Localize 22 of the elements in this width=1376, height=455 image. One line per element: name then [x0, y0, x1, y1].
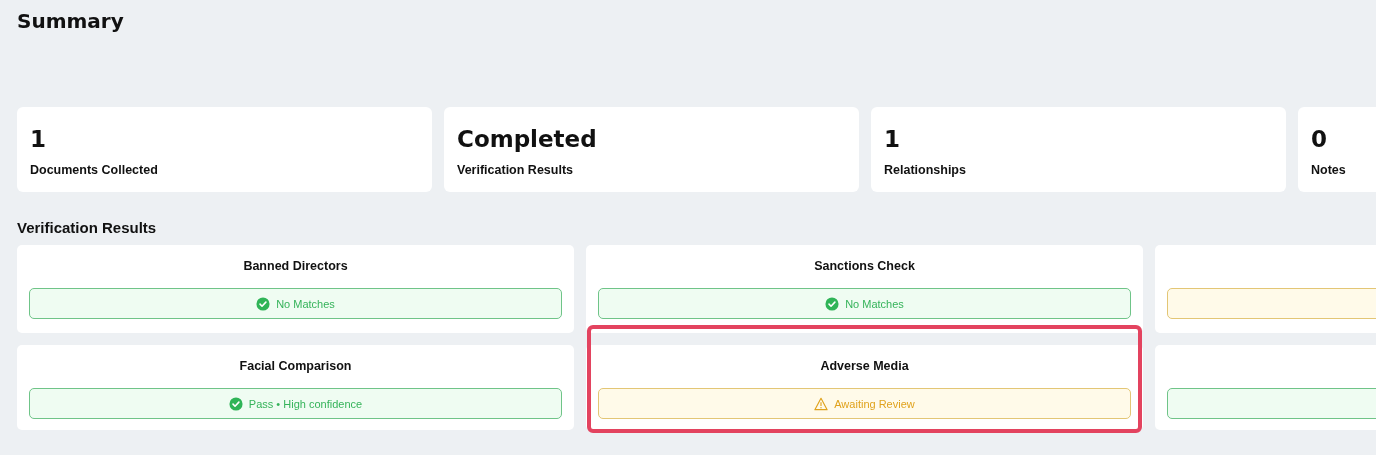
stat-value: Completed [457, 125, 598, 153]
check-circle-icon [228, 396, 243, 411]
page-title: Summary [17, 8, 125, 35]
check-title: Banned Directors [242, 258, 349, 274]
status-text: Awaiting Review [834, 397, 915, 410]
stat-label: Notes [1311, 163, 1347, 177]
stat-label: Relationships [884, 163, 967, 177]
stat-value: 1 [884, 125, 901, 153]
stat-value: 1 [30, 125, 47, 153]
warning-icon [814, 396, 829, 411]
check-title: Adverse Media [819, 358, 910, 374]
stat-value: 0 [1311, 125, 1328, 153]
status-text: No Matches [845, 297, 904, 310]
status-text: No Matches [276, 297, 335, 310]
stat-label: Documents Collected [30, 163, 159, 177]
stat-label: Verification Results [457, 163, 574, 177]
check-circle-icon [256, 296, 271, 311]
check-title: Sanctions Check [813, 258, 916, 274]
check-circle-icon [825, 296, 840, 311]
check-title: Facial Comparison [238, 358, 353, 374]
status-text: Pass • High confidence [248, 397, 363, 410]
section-heading: Verification Results [17, 219, 158, 237]
